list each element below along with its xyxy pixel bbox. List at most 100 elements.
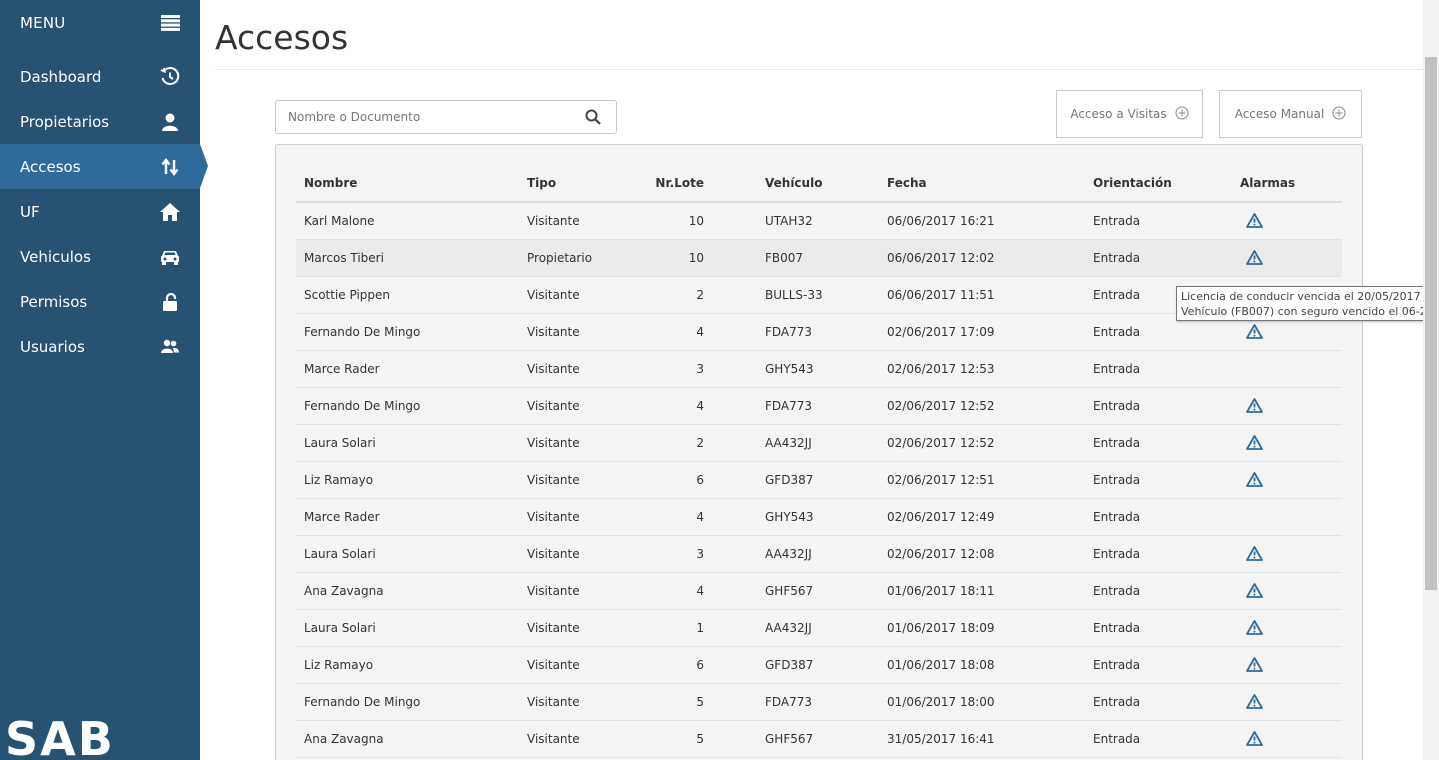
hamburger-icon[interactable] [160, 13, 180, 33]
table-row[interactable]: Fernando De Mingo Visitante 4 FDA773 02/06/2… [296, 387, 1342, 425]
sidebar-item-label: Dashboard [20, 67, 102, 86]
warning-icon[interactable] [1246, 435, 1334, 450]
cell-fecha: 01/06/2017 18:08 [879, 646, 1085, 684]
warning-icon[interactable] [1246, 620, 1334, 635]
cell-nombre: Marce Rader [296, 350, 519, 388]
table-row[interactable]: Marce Rader Visitante 4 GHY543 02/06/2017 12… [296, 498, 1342, 536]
cell-nombre: Marcos Tiberi [296, 239, 519, 277]
column-header-nombre[interactable]: Nombre [296, 165, 519, 203]
sidebar-item-dashboard[interactable]: Dashboard [0, 54, 200, 99]
cell-tipo: Visitante [519, 572, 647, 610]
sidebar-item-label: Usuarios [20, 337, 85, 356]
cell-vehiculo: FDA773 [757, 387, 879, 425]
cell-vehiculo: UTAH32 [757, 202, 879, 240]
acceso-manual-button[interactable]: Acceso Manual [1219, 90, 1362, 138]
cell-vehiculo: GHF567 [757, 720, 879, 758]
warning-icon[interactable] [1246, 657, 1334, 672]
warning-icon[interactable] [1246, 546, 1334, 561]
sidebar-item-propietarios[interactable]: Propietarios [0, 99, 200, 144]
column-header-alarmas[interactable]: Alarmas [1232, 165, 1342, 203]
table-row[interactable]: Laura Solari Visitante 1 AA432JJ 01/06/2017 … [296, 609, 1342, 647]
warning-icon[interactable] [1246, 213, 1334, 229]
search-input[interactable] [276, 101, 570, 133]
cell-nombre: Fernando De Mingo [296, 313, 519, 351]
warning-icon[interactable] [1246, 398, 1334, 413]
sidebar-item-vehiculos[interactable]: Vehiculos [0, 234, 200, 279]
cell-orientacion: Entrada [1085, 572, 1232, 610]
warning-icon[interactable] [1246, 250, 1334, 265]
cell-vehiculo: GFD387 [757, 646, 879, 684]
cell-orientacion: Entrada [1085, 646, 1232, 684]
cell-nombre: Fernando De Mingo [296, 387, 519, 425]
cell-tipo: Visitante [519, 276, 647, 314]
sidebar-item-accesos[interactable]: Accesos [0, 144, 208, 189]
column-header-vehiculo[interactable]: Vehículo [757, 165, 879, 203]
cell-vehiculo: GFD387 [757, 461, 879, 499]
cell-fecha: 02/06/2017 12:52 [879, 387, 1085, 425]
column-header-lote[interactable]: Nr.Lote [647, 165, 757, 203]
cell-vehiculo: GHY543 [757, 350, 879, 388]
cell-orientacion: Entrada [1085, 498, 1232, 536]
acceso-visitas-button[interactable]: Acceso a Visitas [1056, 90, 1203, 138]
column-header-tipo[interactable]: Tipo [519, 165, 647, 203]
menu-header[interactable]: MENU [0, 0, 200, 45]
column-header-fecha[interactable]: Fecha [879, 165, 1085, 203]
table-row[interactable]: Laura Solari Visitante 3 AA432JJ 02/06/2017 … [296, 535, 1342, 573]
cell-vehiculo: AA432JJ [757, 609, 879, 647]
warning-icon[interactable] [1246, 694, 1334, 709]
cell-tipo: Visitante [519, 646, 647, 684]
warning-icon[interactable] [1246, 583, 1334, 598]
cell-lote: 10 [647, 202, 757, 240]
cell-alarma [1232, 572, 1342, 610]
table-row[interactable]: Fernando De Mingo Visitante 5 FDA773 01/06/2… [296, 683, 1342, 721]
cell-lote: 4 [647, 498, 757, 536]
cell-alarma [1232, 239, 1342, 277]
sidebar-item-label: Vehiculos [20, 247, 91, 266]
cell-lote: 6 [647, 461, 757, 499]
cell-lote: 2 [647, 424, 757, 462]
cell-orientacion: Entrada [1085, 387, 1232, 425]
page-scrollbar[interactable] [1423, 0, 1439, 760]
plus-circle-icon [1332, 106, 1346, 123]
table-row[interactable]: Laura Solari Visitante 2 AA432JJ 02/06/2017 … [296, 424, 1342, 462]
cell-alarma [1232, 202, 1342, 240]
cell-tipo: Visitante [519, 350, 647, 388]
cell-nombre: Laura Solari [296, 535, 519, 573]
table-row[interactable]: Liz Ramayo Visitante 6 GFD387 02/06/2017 12:… [296, 461, 1342, 499]
table-row[interactable]: Marce Rader Visitante 3 GHY543 02/06/2017 12… [296, 350, 1342, 388]
cell-alarma [1232, 424, 1342, 462]
cell-lote: 5 [647, 683, 757, 721]
cell-nombre: Fernando De Mingo [296, 683, 519, 721]
sidebar-item-uf[interactable]: UF [0, 189, 200, 234]
warning-icon[interactable] [1246, 731, 1334, 746]
scrollbar-thumb[interactable] [1425, 57, 1437, 590]
cell-fecha: 06/06/2017 16:21 [879, 202, 1085, 240]
logo-text: SAB [5, 712, 115, 760]
table-header-row: Nombre Tipo Nr.Lote Vehículo Fecha Orien… [296, 165, 1342, 203]
user-icon [160, 112, 180, 132]
cell-nombre: Ana Zavagna [296, 720, 519, 758]
table-row[interactable]: Ana Zavagna Visitante 5 GHF567 31/05/2017 16… [296, 720, 1342, 758]
history-icon [160, 66, 180, 87]
plus-circle-icon [1175, 106, 1189, 123]
sidebar-item-permisos[interactable]: Permisos [0, 279, 200, 324]
column-header-orientacion[interactable]: Orientación [1085, 165, 1232, 203]
table-row[interactable]: Liz Ramayo Visitante 6 GFD387 01/06/2017 18:… [296, 646, 1342, 684]
cell-orientacion: Entrada [1085, 461, 1232, 499]
cell-orientacion: Entrada [1085, 239, 1232, 277]
search-icon[interactable] [570, 101, 616, 133]
warning-icon[interactable] [1246, 324, 1334, 339]
cell-alarma [1232, 387, 1342, 425]
cell-alarma [1232, 461, 1342, 499]
table-row[interactable]: Ana Zavagna Visitante 4 GHF567 01/06/2017 18… [296, 572, 1342, 610]
cell-orientacion: Entrada [1085, 609, 1232, 647]
warning-icon[interactable] [1246, 472, 1334, 487]
cell-vehiculo: AA432JJ [757, 424, 879, 462]
cell-orientacion: Entrada [1085, 350, 1232, 388]
table-row[interactable]: Karl Malone Visitante 10 UTAH32 06/06/2017 1… [296, 202, 1342, 240]
cell-alarma [1232, 535, 1342, 573]
sidebar-item-usuarios[interactable]: Usuarios [0, 324, 200, 369]
table-row[interactable]: Marcos Tiberi Propietario 10 FB007 06/06/201… [296, 239, 1342, 277]
alarm-tooltip: Licencia de conducir vencida el 20/05/20… [1176, 286, 1437, 321]
cell-fecha: 02/06/2017 12:52 [879, 424, 1085, 462]
